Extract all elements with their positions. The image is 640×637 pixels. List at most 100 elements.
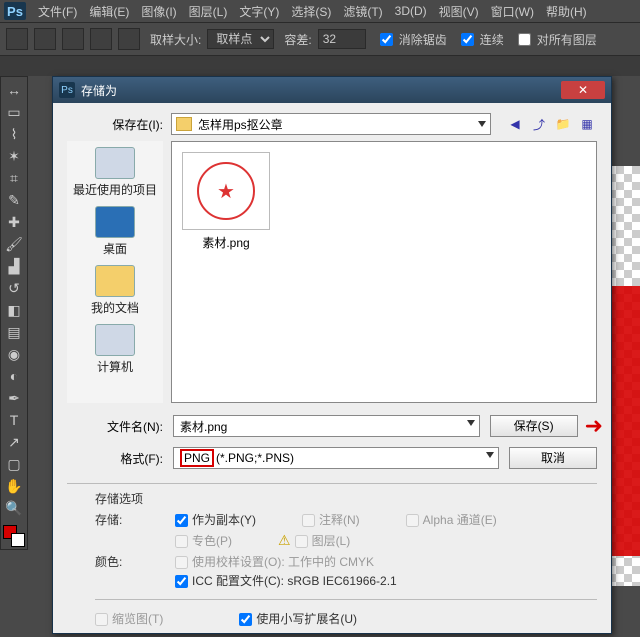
nav-view-icon[interactable]: ▦ (577, 114, 597, 134)
alpha-check: Alpha 通道(E) (406, 511, 497, 528)
store-options-header: 存储选项 (95, 490, 597, 507)
place-documents[interactable]: 我的文档 (91, 265, 139, 316)
menu-3d[interactable]: 3D(D) (389, 4, 433, 18)
save-in-label: 保存在(I): (67, 116, 163, 133)
file-thumbnail (182, 152, 270, 230)
place-recent[interactable]: 最近使用的项目 (73, 147, 157, 198)
filename-combo[interactable]: 素材.png (173, 415, 480, 437)
folder-icon (176, 117, 192, 131)
filename-value: 素材.png (180, 418, 227, 435)
tool-move[interactable]: ↔ (2, 79, 26, 101)
tool-wand[interactable]: ✶ (2, 145, 26, 167)
contiguous-checkbox[interactable] (461, 33, 474, 46)
tool-history[interactable]: ↺ (2, 277, 26, 299)
color-label: 颜色: (95, 553, 159, 570)
close-button[interactable]: ✕ (561, 81, 605, 99)
format-combo[interactable]: PNG (*.PNG;*.PNS) (173, 447, 499, 469)
sample-size-select[interactable]: 取样点 (207, 29, 274, 49)
icc-check[interactable]: ICC 配置文件(C): sRGB IEC61966-2.1 (175, 572, 535, 589)
tool-eyedrop[interactable]: ✎ (2, 189, 26, 211)
tool-stamp[interactable]: ▟ (2, 255, 26, 277)
tool-shape[interactable]: ▢ (2, 453, 26, 475)
lowercase-ext-check[interactable]: 使用小写扩展名(U) (239, 610, 357, 627)
options-bar: 取样大小: 取样点 容差: 消除锯齿 连续 对所有图层 (0, 22, 640, 56)
tool-hand[interactable]: ✋ (2, 475, 26, 497)
menu-filter[interactable]: 滤镜(T) (337, 3, 388, 20)
nav-up-icon[interactable]: ⤴ (529, 114, 549, 134)
proof-check: 使用校样设置(O): 工作中的 CMYK (175, 553, 535, 570)
warning-icon: ⚠ (278, 532, 291, 548)
document-tab-strip (0, 56, 640, 76)
nav-newfolder-icon[interactable]: 📁 (553, 114, 573, 134)
tool-type[interactable]: T (2, 409, 26, 431)
fg-bg-swatch[interactable] (3, 525, 25, 547)
as-copy-check[interactable]: 作为副本(Y) (175, 511, 256, 528)
tolerance-label: 容差: (284, 31, 311, 48)
format-prefix: PNG (180, 449, 214, 467)
menu-layer[interactable]: 图层(L) (183, 3, 234, 20)
tool-gradient[interactable]: ▤ (2, 321, 26, 343)
alllayers-label: 对所有图层 (537, 31, 597, 48)
tool-eraser[interactable]: ◧ (2, 299, 26, 321)
menu-help[interactable]: 帮助(H) (540, 3, 593, 20)
opt-icon-4[interactable] (118, 28, 140, 50)
dialog-title: 存储为 (81, 82, 117, 99)
filename-label: 文件名(N): (67, 418, 163, 435)
file-label: 素材.png (202, 234, 249, 251)
notes-check: 注释(N) (302, 511, 360, 528)
antialias-label: 消除锯齿 (399, 31, 447, 48)
chevron-down-icon (478, 121, 486, 127)
tool-marquee[interactable]: ▭ (2, 101, 26, 123)
folder-name: 怎样用ps抠公章 (198, 116, 283, 133)
sample-size-label: 取样大小: (150, 31, 201, 48)
spot-check: 专色(P) (175, 532, 232, 549)
dialog-titlebar[interactable]: Ps 存储为 ✕ (53, 77, 611, 103)
toolbox: ↔ ▭ ⌇ ✶ ⌗ ✎ ✚ 🖌 ▟ ↺ ◧ ▤ ◉ ◐ ✒ T ↗ ▢ ✋ 🔍 (0, 76, 28, 550)
format-rest: (*.PNG;*.PNS) (216, 451, 294, 465)
layers-check: ⚠图层(L) (278, 532, 350, 549)
menu-select[interactable]: 选择(S) (285, 3, 337, 20)
ps-mini-icon: Ps (59, 82, 75, 98)
tool-preset-icon[interactable] (6, 28, 28, 50)
chevron-down-icon (486, 452, 494, 458)
file-pane[interactable]: 素材.png (171, 141, 597, 403)
places-bar: 最近使用的项目 桌面 我的文档 计算机 (67, 141, 163, 403)
opt-icon-3[interactable] (90, 28, 112, 50)
place-desktop[interactable]: 桌面 (95, 206, 135, 257)
menu-image[interactable]: 图像(I) (135, 3, 182, 20)
place-computer[interactable]: 计算机 (95, 324, 135, 375)
tool-lasso[interactable]: ⌇ (2, 123, 26, 145)
cancel-button[interactable]: 取消 (509, 447, 597, 469)
menu-bar: Ps 文件(F) 编辑(E) 图像(I) 图层(L) 文字(Y) 选择(S) 滤… (0, 0, 640, 22)
annotation-arrow-icon: ➜ (585, 413, 603, 439)
menu-type[interactable]: 文字(Y) (233, 3, 285, 20)
tolerance-input[interactable] (318, 29, 366, 49)
save-button[interactable]: 保存(S) (490, 415, 578, 437)
opt-icon-1[interactable] (34, 28, 56, 50)
tool-pen[interactable]: ✒ (2, 387, 26, 409)
tool-crop[interactable]: ⌗ (2, 167, 26, 189)
ps-logo: Ps (4, 2, 26, 20)
tool-path[interactable]: ↗ (2, 431, 26, 453)
opt-icon-2[interactable] (62, 28, 84, 50)
contiguous-label: 连续 (480, 31, 504, 48)
menu-window[interactable]: 窗口(W) (485, 3, 540, 20)
format-label: 格式(F): (67, 450, 163, 467)
tool-zoom[interactable]: 🔍 (2, 497, 26, 519)
store-label: 存储: (95, 511, 159, 528)
file-item[interactable]: 素材.png (182, 152, 270, 251)
menu-file[interactable]: 文件(F) (32, 3, 83, 20)
nav-back-icon[interactable]: ◀ (505, 114, 525, 134)
tool-dodge[interactable]: ◐ (2, 365, 26, 387)
alllayers-checkbox[interactable] (518, 33, 531, 46)
tool-heal[interactable]: ✚ (2, 211, 26, 233)
chevron-down-icon (467, 420, 475, 426)
menu-edit[interactable]: 编辑(E) (83, 3, 135, 20)
menu-view[interactable]: 视图(V) (433, 3, 485, 20)
antialias-checkbox[interactable] (380, 33, 393, 46)
save-as-dialog: Ps 存储为 ✕ 保存在(I): 怎样用ps抠公章 ◀ ⤴ 📁 ▦ 最近使用的项… (52, 76, 612, 634)
tool-blur[interactable]: ◉ (2, 343, 26, 365)
tool-brush[interactable]: 🖌 (2, 233, 26, 255)
save-in-combo[interactable]: 怎样用ps抠公章 (171, 113, 491, 135)
thumbnail-check: 缩览图(T) (95, 610, 163, 627)
